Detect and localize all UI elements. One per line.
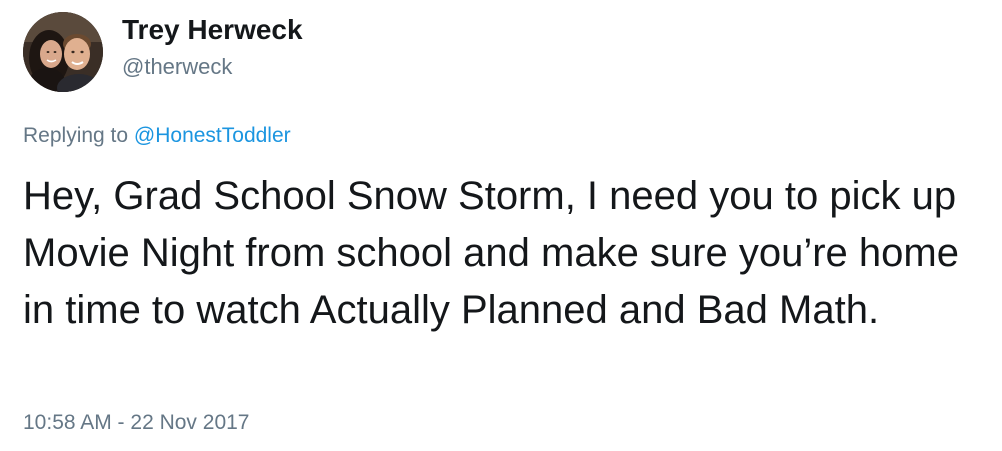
- reply-mention-link[interactable]: @HonestToddler: [134, 124, 291, 147]
- tweet-timestamp[interactable]: 10:58 AM - 22 Nov 2017: [23, 408, 249, 438]
- tweet-text: Hey, Grad School Snow Storm, I need you …: [23, 174, 959, 332]
- replying-to-line: Replying to @HonestToddler: [23, 121, 291, 151]
- replying-to-label: Replying to: [23, 124, 129, 147]
- author-display-name[interactable]: Trey Herweck: [122, 12, 303, 48]
- avatar[interactable]: [23, 12, 103, 92]
- author-handle[interactable]: @therweck: [122, 52, 232, 82]
- avatar-photo-icon: [23, 12, 103, 92]
- tweet-card: Trey Herweck @therweck Replying to @Hone…: [0, 0, 1002, 451]
